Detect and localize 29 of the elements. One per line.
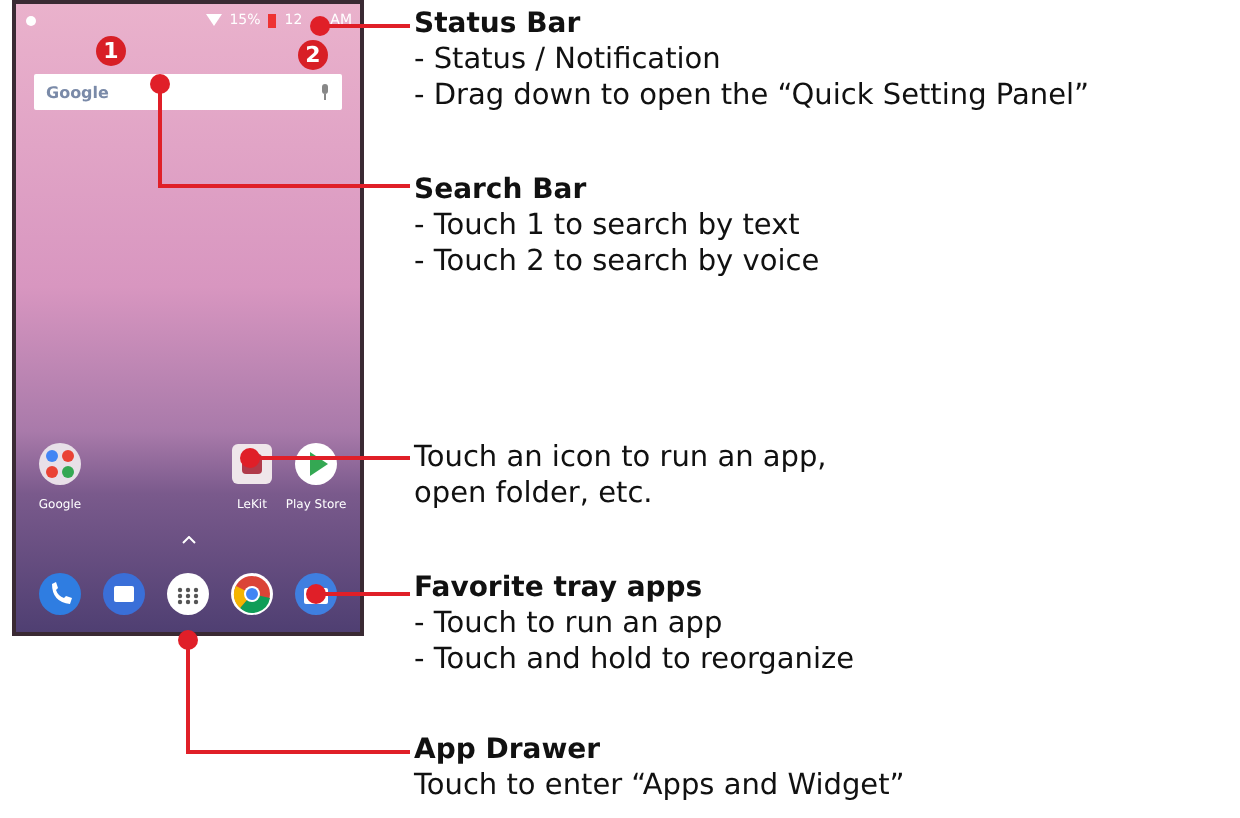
browser-icon[interactable] [230, 572, 274, 616]
grid-icon[interactable] [166, 572, 210, 616]
wifi-icon [205, 14, 222, 26]
callout-text: open folder, etc. [414, 476, 655, 512]
microphone-icon[interactable] [320, 84, 330, 100]
search-bar[interactable]: Google [34, 74, 342, 110]
callout-text: - Touch to run an app [414, 606, 725, 642]
callout-text: - Touch 2 to search by voice [414, 244, 820, 280]
callout-text: Touch an icon to run an app, [414, 440, 827, 476]
leader-line [310, 16, 410, 36]
callout-text: - Touch 1 to search by text [414, 208, 802, 244]
folder-icon[interactable] [38, 442, 82, 486]
search-logo: Google [46, 83, 109, 101]
callout-text: Touch to enter “Apps and Widget” [414, 768, 905, 804]
callout-title: Favorite tray apps [414, 570, 705, 606]
callout-title: App Drawer [414, 732, 603, 768]
callout-title: Status Bar [414, 6, 583, 42]
callout-text: - Drag down to open the “Quick Setting Panel” [414, 78, 1090, 114]
callout-text: - Touch and hold to reorganize [414, 642, 855, 678]
number-marker-badge: 2 [298, 40, 328, 70]
message-icon[interactable] [102, 572, 146, 616]
phone-icon[interactable] [38, 572, 82, 616]
play-icon[interactable] [294, 442, 338, 486]
number-marker-badge: 1 [96, 36, 126, 66]
battery-icon [268, 13, 277, 27]
callout-text: - Status / Notification [414, 42, 723, 78]
callout-title: Search Bar [414, 172, 589, 208]
caret-icon[interactable] [181, 536, 195, 544]
leader-line [306, 584, 410, 604]
